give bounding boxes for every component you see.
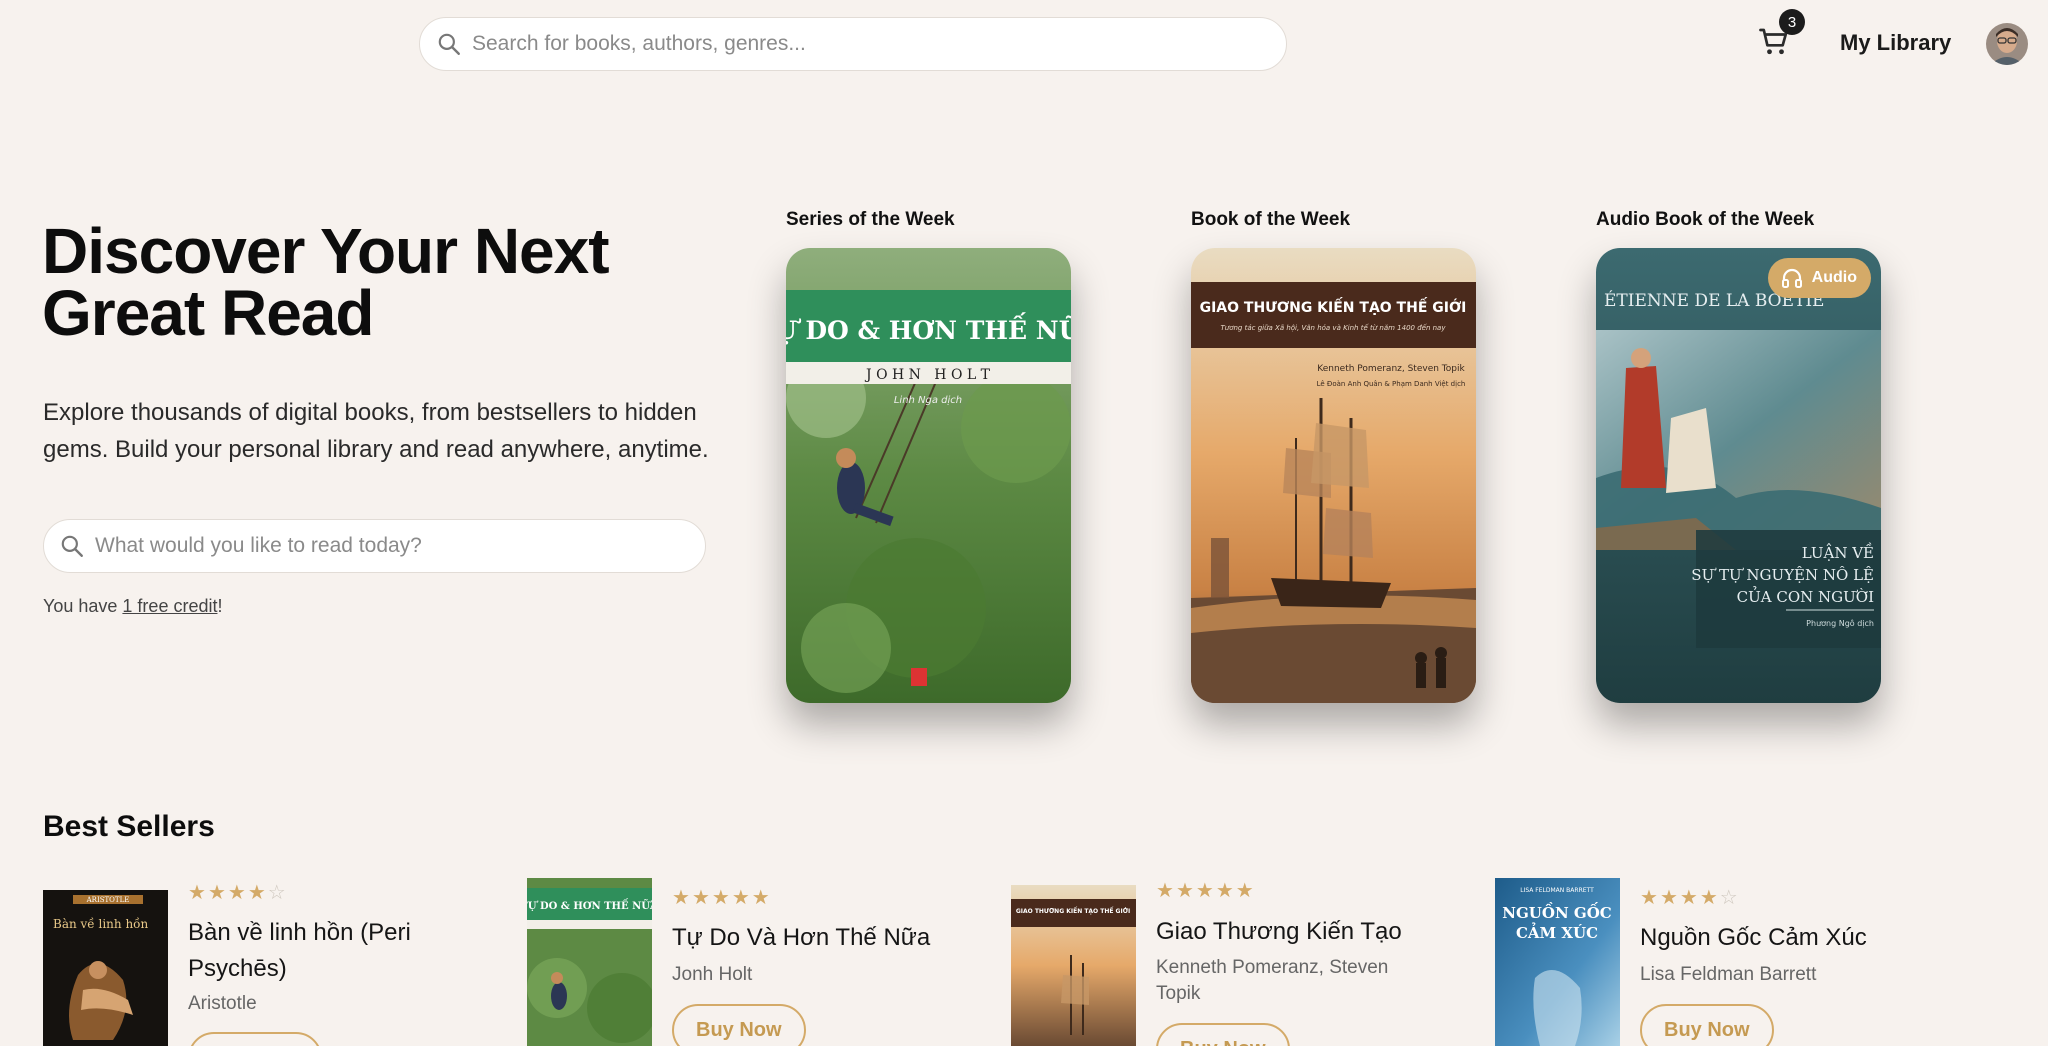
star-icon: ★ — [1235, 880, 1256, 902]
book-of-week-cover[interactable]: GIAO THƯƠNG KIẾN TẠO THẾ GIỚI Tương tác … — [1191, 248, 1476, 703]
star-icon: ★ — [1156, 880, 1176, 902]
bestseller-author-4: Lisa Feldman Barrett — [1640, 964, 1817, 985]
header-search-bar[interactable] — [419, 17, 1287, 71]
svg-text:Bàn về linh hồn: Bàn về linh hồn — [53, 916, 149, 931]
audio-cover-translator: Phương Ngô dịch — [1806, 618, 1874, 629]
cart-count-badge: 3 — [1779, 9, 1805, 35]
series-cover-author: J O H N H O L T — [864, 367, 991, 383]
bestseller-rating-2: ★★★★★ — [672, 885, 772, 910]
book-cover-translators: Lê Đoàn Anh Quân & Phạm Danh Việt dịch — [1317, 380, 1466, 388]
search-icon — [438, 33, 460, 55]
bestseller-cover-2[interactable]: TỰ DO & HƠN THẾ NỮA — [527, 878, 652, 1046]
hero-search-input[interactable] — [95, 534, 675, 558]
svg-text:TỰ DO & HƠN THẾ NỮA: TỰ DO & HƠN THẾ NỮA — [527, 899, 652, 912]
bestseller-rating-4: ★★★★☆ — [1640, 885, 1740, 910]
buy-now-button-3[interactable]: Buy Now — [1156, 1023, 1290, 1046]
bestseller-author-2: Jonh Holt — [672, 964, 753, 985]
bestseller-cover-3[interactable]: GIAO THƯƠNG KIẾN TẠO THẾ GIỚI — [1011, 885, 1136, 1046]
series-of-week-label: Series of the Week — [786, 209, 955, 230]
hero-subtitle: Explore thousands of digital books, from… — [43, 399, 709, 463]
audio-book-of-week-cover[interactable]: ÉTIENNE DE LA BOÉTIE LUẬN VỀ SỰ TỰ NGUYỆ… — [1596, 248, 1881, 703]
svg-text:GIAO THƯƠNG KIẾN TẠO THẾ GIỚI: GIAO THƯƠNG KIẾN TẠO THẾ GIỚI — [1016, 907, 1130, 915]
bestseller-title-3[interactable]: Giao Thương Kiến Tạo — [1156, 914, 1456, 950]
star-icon: ☆ — [1719, 887, 1740, 909]
star-icon: ★ — [1659, 887, 1680, 909]
audio-book-of-week-label: Audio Book of the Week — [1596, 209, 1815, 230]
audio-cover-title-2: SỰ TỰ NGUYỆN NÔ LỆ — [1691, 566, 1874, 584]
star-icon: ★ — [1640, 887, 1660, 909]
star-icon: ★ — [731, 887, 752, 909]
book-cover-authors: Kenneth Pomeranz, Steven Topik — [1317, 364, 1465, 374]
star-icon: ★ — [1215, 880, 1236, 902]
buy-now-button-1[interactable]: Buy Now — [188, 1032, 322, 1046]
star-icon: ★ — [711, 887, 732, 909]
buy-now-button-2[interactable]: Buy Now — [672, 1004, 806, 1046]
my-library-link[interactable]: My Library — [1840, 30, 1951, 56]
audio-badge: Audio — [1767, 258, 1871, 298]
headphones-icon — [1781, 268, 1802, 288]
star-icon: ★ — [751, 887, 772, 909]
audio-cover-title-3: CỦA CON NGƯỜI — [1737, 586, 1874, 606]
star-icon: ★ — [207, 882, 228, 904]
best-sellers-title: Best Sellers — [43, 810, 215, 843]
bestseller-cover-4[interactable]: LISA FELDMAN BARRETT NGUỒN GỐC CẢM XÚC — [1495, 878, 1620, 1046]
series-of-week-cover[interactable]: TỰ DO & HƠN THẾ NỮA J O H N H O L T Linh… — [786, 248, 1071, 703]
bestseller-rating-3: ★★★★★ — [1156, 878, 1256, 903]
bestseller-author-3: Kenneth Pomeranz, Steven Topik — [1156, 957, 1389, 1004]
free-credit-note: You have 1 free credit! — [43, 596, 223, 616]
star-icon: ★ — [691, 887, 712, 909]
book-of-week-label: Book of the Week — [1191, 209, 1351, 230]
svg-text:ARISTOTLE: ARISTOTLE — [86, 896, 130, 904]
hero-search-bar[interactable] — [43, 519, 706, 573]
star-icon: ★ — [1175, 880, 1196, 902]
bestseller-title-4[interactable]: Nguồn Gốc Cảm Xúc — [1640, 920, 1940, 956]
user-avatar[interactable] — [1986, 23, 2028, 65]
series-cover-title: TỰ DO & HƠN THẾ NỮA — [786, 313, 1071, 345]
star-icon: ★ — [1195, 880, 1216, 902]
star-icon: ★ — [1679, 887, 1700, 909]
bestseller-rating-1: ★★★★☆ — [188, 880, 288, 905]
star-icon: ★ — [247, 882, 268, 904]
search-icon — [61, 535, 83, 557]
hero-title: Discover Your Next Great Read — [42, 215, 610, 349]
star-icon: ★ — [672, 887, 692, 909]
header-search-input[interactable] — [472, 32, 1252, 56]
bestseller-cover-1[interactable]: ARISTOTLE Bàn về linh hồn — [43, 890, 168, 1046]
star-icon: ★ — [227, 882, 248, 904]
free-credit-link[interactable]: 1 free credit — [122, 596, 217, 616]
bestseller-title-1[interactable]: Bàn về linh hồn (Peri Psychēs) — [188, 915, 448, 987]
star-icon: ★ — [1699, 887, 1720, 909]
svg-text:NGUỒN GỐC: NGUỒN GỐC — [1502, 902, 1611, 922]
book-cover-title: GIAO THƯƠNG KIẾN TẠO THẾ GIỚI — [1200, 297, 1467, 316]
bestseller-title-2[interactable]: Tự Do Và Hơn Thế Nữa — [672, 920, 972, 956]
book-cover-subtitle: Tương tác giữa Xã hội, Văn hóa và Kinh t… — [1220, 324, 1446, 332]
audio-cover-title-1: LUẬN VỀ — [1802, 542, 1874, 562]
star-icon: ☆ — [267, 882, 288, 904]
buy-now-button-4[interactable]: Buy Now — [1640, 1004, 1774, 1046]
svg-text:CẢM XÚC: CẢM XÚC — [1516, 922, 1598, 942]
svg-text:LISA FELDMAN BARRETT: LISA FELDMAN BARRETT — [1520, 887, 1594, 894]
star-icon: ★ — [188, 882, 208, 904]
series-cover-translator: Linh Nga dịch — [894, 395, 962, 406]
bestseller-author-1: Aristotle — [188, 993, 257, 1014]
